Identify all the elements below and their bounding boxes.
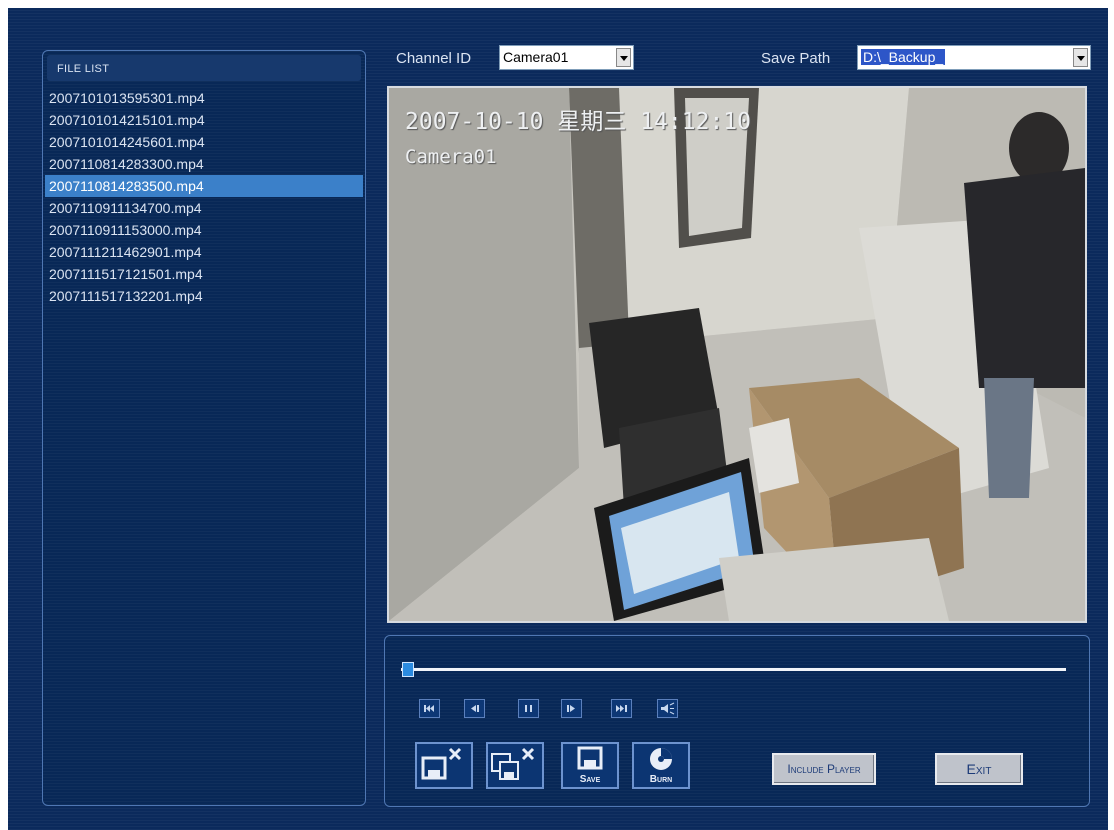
playback-controls-panel: Save Burn Include Player Exit — [384, 635, 1090, 807]
burn-button[interactable]: Burn — [632, 742, 690, 789]
floppy-delete-icon — [421, 747, 462, 780]
video-player[interactable]: 2007-10-10 星期三 14:12:10 Camera01 — [387, 86, 1087, 623]
pause-button[interactable] — [518, 699, 539, 718]
app-window: FILE LIST 2007101013595301.mp4 200710101… — [8, 8, 1108, 830]
file-list-item[interactable]: 2007110911153000.mp4 — [45, 219, 363, 241]
seek-bar-track[interactable] — [401, 668, 1066, 671]
floppy-multi-delete-icon — [491, 747, 535, 780]
file-list-item[interactable]: 2007110814283300.mp4 — [45, 153, 363, 175]
save-button-label: Save — [579, 774, 601, 785]
pause-icon — [525, 705, 532, 712]
mute-icon — [661, 702, 675, 715]
skip-to-start-icon — [424, 705, 434, 712]
file-list-item-selected[interactable]: 2007110814283500.mp4 — [45, 175, 363, 197]
file-list-item[interactable]: 2007110911134700.mp4 — [45, 197, 363, 219]
save-path-label: Save Path — [761, 50, 831, 67]
file-list-item[interactable]: 2007101013595301.mp4 — [45, 87, 363, 109]
file-list-item[interactable]: 2007111517132201.mp4 — [45, 285, 363, 307]
save-path-value: D:\_Backup_ — [861, 49, 946, 65]
file-list: 2007101013595301.mp4 2007101014215101.mp… — [45, 87, 363, 307]
step-forward-icon — [567, 705, 575, 712]
file-list-item[interactable]: 2007101014245601.mp4 — [45, 131, 363, 153]
skip-to-end-icon — [616, 705, 627, 712]
skip-to-start-button[interactable] — [419, 699, 440, 718]
skip-to-end-button[interactable] — [611, 699, 632, 718]
delete-file-button[interactable] — [415, 742, 473, 789]
mute-button[interactable] — [657, 699, 678, 718]
step-forward-button[interactable] — [561, 699, 582, 718]
channel-id-select[interactable]: Camera01 — [499, 45, 634, 70]
save-button[interactable]: Save — [561, 742, 619, 789]
file-list-item[interactable]: 2007101014215101.mp4 — [45, 109, 363, 131]
file-list-item[interactable]: 2007111211462901.mp4 — [45, 241, 363, 263]
file-list-header: FILE LIST — [47, 55, 361, 81]
delete-all-files-button[interactable] — [486, 742, 544, 789]
chevron-down-icon[interactable] — [1073, 48, 1088, 67]
chevron-down-icon[interactable] — [616, 48, 631, 67]
channel-id-label: Channel ID — [396, 50, 472, 67]
step-back-button[interactable] — [464, 699, 485, 718]
file-list-item[interactable]: 2007111517121501.mp4 — [45, 263, 363, 285]
burn-button-label: Burn — [649, 774, 673, 785]
seek-bar-thumb[interactable] — [401, 662, 414, 677]
include-player-button[interactable]: Include Player — [772, 753, 876, 785]
save-path-select[interactable]: D:\_Backup_ — [857, 45, 1091, 70]
osd-camera-label: Camera01 — [405, 146, 497, 168]
osd-timestamp: 2007-10-10 星期三 14:12:10 — [405, 109, 751, 135]
file-list-title: FILE LIST — [57, 63, 110, 75]
channel-id-value: Camera01 — [503, 49, 569, 65]
exit-button[interactable]: Exit — [935, 753, 1023, 785]
step-back-icon — [471, 705, 479, 712]
file-list-panel: FILE LIST 2007101013595301.mp4 200710101… — [42, 50, 366, 806]
